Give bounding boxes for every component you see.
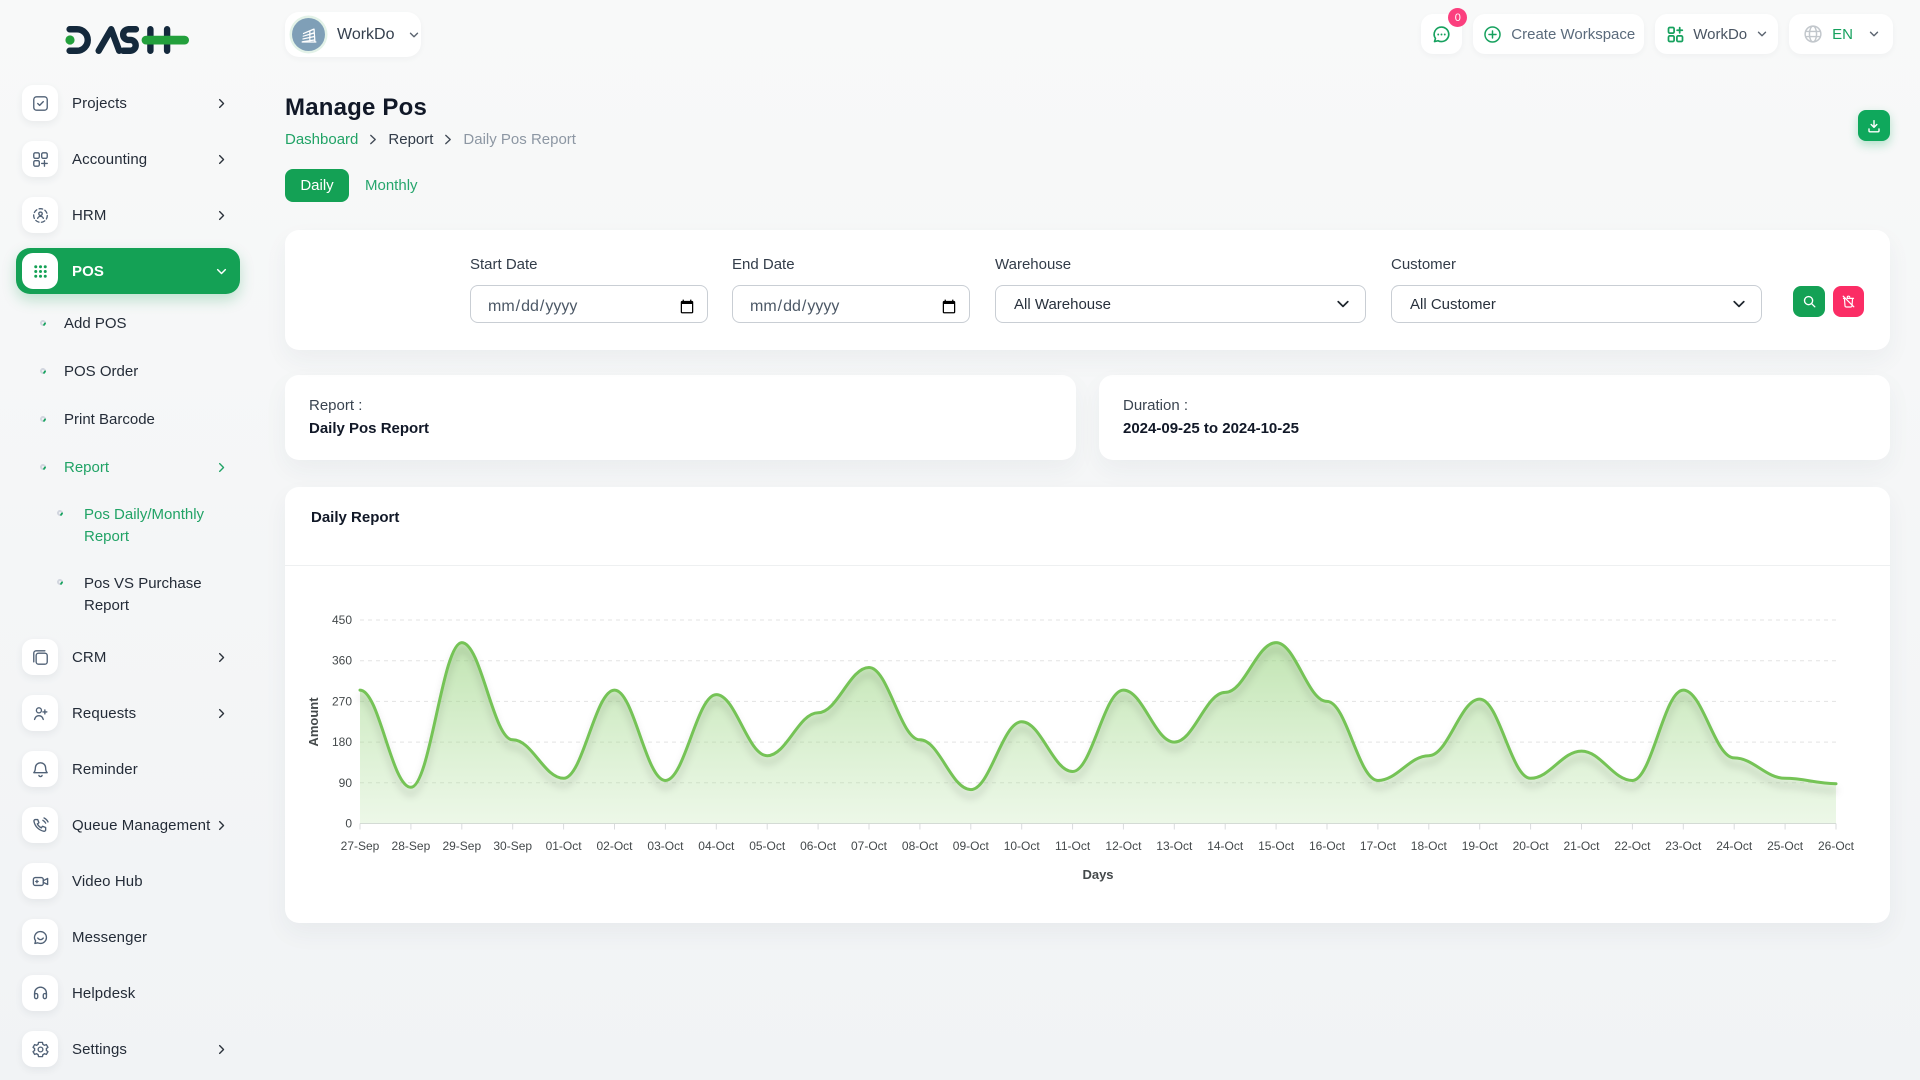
svg-text:29-Sep: 29-Sep — [442, 839, 481, 853]
svg-text:18-Oct: 18-Oct — [1411, 839, 1448, 853]
svg-text:17-Oct: 17-Oct — [1360, 839, 1397, 853]
svg-text:10-Oct: 10-Oct — [1004, 839, 1041, 853]
svg-text:270: 270 — [332, 694, 352, 708]
svg-text:16-Oct: 16-Oct — [1309, 839, 1346, 853]
svg-text:14-Oct: 14-Oct — [1207, 839, 1244, 853]
svg-text:23-Oct: 23-Oct — [1665, 839, 1702, 853]
svg-text:02-Oct: 02-Oct — [596, 839, 633, 853]
svg-text:21-Oct: 21-Oct — [1563, 839, 1600, 853]
svg-text:09-Oct: 09-Oct — [953, 839, 990, 853]
svg-text:90: 90 — [339, 776, 353, 790]
svg-text:27-Sep: 27-Sep — [341, 839, 380, 853]
svg-text:05-Oct: 05-Oct — [749, 839, 786, 853]
svg-text:08-Oct: 08-Oct — [902, 839, 939, 853]
svg-text:19-Oct: 19-Oct — [1462, 839, 1499, 853]
svg-text:01-Oct: 01-Oct — [546, 839, 583, 853]
svg-text:360: 360 — [332, 654, 352, 668]
svg-text:12-Oct: 12-Oct — [1105, 839, 1142, 853]
svg-text:25-Oct: 25-Oct — [1767, 839, 1804, 853]
svg-text:0: 0 — [345, 817, 352, 831]
svg-text:20-Oct: 20-Oct — [1513, 839, 1550, 853]
svg-text:11-Oct: 11-Oct — [1055, 839, 1091, 853]
svg-text:450: 450 — [332, 613, 352, 627]
svg-text:30-Sep: 30-Sep — [493, 839, 532, 853]
svg-text:Days: Days — [1082, 867, 1113, 882]
svg-text:15-Oct: 15-Oct — [1258, 839, 1295, 853]
svg-text:24-Oct: 24-Oct — [1716, 839, 1753, 853]
svg-text:26-Oct: 26-Oct — [1818, 839, 1855, 853]
svg-text:03-Oct: 03-Oct — [647, 839, 684, 853]
svg-text:180: 180 — [332, 735, 352, 749]
svg-text:Amount: Amount — [306, 697, 321, 747]
svg-text:07-Oct: 07-Oct — [851, 839, 888, 853]
svg-text:06-Oct: 06-Oct — [800, 839, 837, 853]
svg-text:04-Oct: 04-Oct — [698, 839, 735, 853]
svg-text:22-Oct: 22-Oct — [1614, 839, 1651, 853]
svg-text:28-Sep: 28-Sep — [392, 839, 431, 853]
svg-text:13-Oct: 13-Oct — [1156, 839, 1193, 853]
